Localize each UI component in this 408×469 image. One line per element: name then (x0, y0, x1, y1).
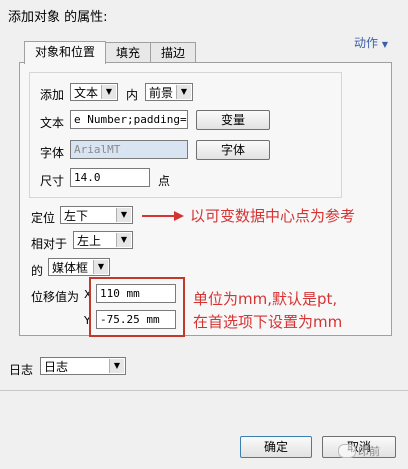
unit-annotation-line1: 单位为mm,默认是pt, (193, 290, 338, 308)
relative-select[interactable]: 左上 ▼ (73, 231, 133, 249)
action-menu[interactable]: 动作 ▼ (354, 34, 388, 51)
anchor-annotation: 以可变数据中心点为参考 (190, 207, 356, 225)
action-menu-label: 动作 (354, 36, 379, 50)
anchor-value: 左下 (64, 209, 89, 223)
unit-annotation-line2: 在首选项下设置为mm (193, 313, 343, 331)
wechat-icon (338, 444, 356, 458)
relative-label: 相对于 (31, 237, 68, 251)
chevron-down-icon: ▼ (116, 233, 131, 247)
text-label: 文本 (40, 116, 65, 130)
font-field: ArialMT (70, 140, 188, 159)
anchor-label: 定位 (31, 211, 56, 225)
watermark-text: 印前 (358, 445, 380, 458)
chevron-down-icon: ▼ (176, 85, 191, 99)
tab-stroke[interactable]: 描边 (150, 42, 196, 63)
tab-object-position[interactable]: 对象和位置 (24, 41, 106, 64)
add-label: 添加 (40, 88, 65, 102)
in-label: 内 (126, 88, 139, 102)
of-select[interactable]: 媒体框 ▼ (48, 258, 110, 276)
chevron-down-icon: ▼ (101, 85, 116, 99)
chevron-down-icon: ▼ (381, 40, 388, 49)
text-field[interactable]: e Number;padding=4% (70, 110, 188, 129)
font-label: 字体 (40, 146, 65, 160)
log-value: 日志 (44, 360, 69, 374)
anchor-select[interactable]: 左下 ▼ (60, 206, 133, 224)
offset-label: 位移值为 (31, 290, 80, 304)
chevron-down-icon: ▼ (109, 359, 124, 373)
tab-fill[interactable]: 填充 (105, 42, 151, 63)
add-type-select[interactable]: 文本 ▼ (70, 83, 118, 101)
font-button[interactable]: 字体 (196, 140, 270, 160)
size-field[interactable]: 14.0 (70, 168, 150, 187)
chevron-down-icon: ▼ (93, 260, 108, 274)
dialog-title: 添加对象 的属性: (8, 10, 108, 25)
size-label: 尺寸 (40, 174, 65, 188)
offset-highlight-box (89, 277, 185, 337)
relative-value: 左上 (77, 234, 102, 248)
ok-button[interactable]: 确定 (240, 436, 312, 458)
log-label: 日志 (9, 363, 34, 377)
variable-button[interactable]: 变量 (196, 110, 270, 130)
arrow-annotation-icon (142, 211, 184, 221)
size-unit: 点 (158, 174, 171, 188)
add-type-value: 文本 (74, 86, 99, 100)
layer-value: 前景 (149, 86, 174, 100)
log-select[interactable]: 日志 ▼ (40, 357, 126, 375)
chevron-down-icon: ▼ (116, 208, 131, 222)
layer-select[interactable]: 前景 ▼ (145, 83, 193, 101)
of-value: 媒体框 (52, 261, 89, 275)
footer-divider (0, 390, 408, 391)
of-label: 的 (31, 264, 44, 278)
